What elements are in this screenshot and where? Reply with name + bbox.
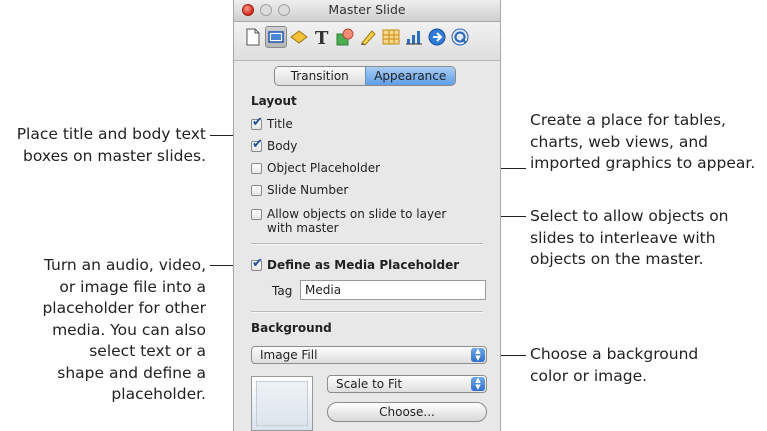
table-icon[interactable] bbox=[380, 26, 402, 48]
master-slide-inspector: Master Slide T Transition Appearance Lay… bbox=[233, 0, 501, 431]
body-checkbox-row[interactable]: Body bbox=[251, 137, 298, 153]
layout-heading: Layout bbox=[251, 94, 297, 108]
background-fill-popup[interactable]: Image Fill ▲ ▼ bbox=[251, 346, 487, 364]
hyperlink-icon[interactable] bbox=[426, 26, 448, 48]
scale-value: Scale to Fit bbox=[336, 377, 403, 391]
slide-number-checkbox-row[interactable]: Slide Number bbox=[251, 183, 348, 197]
document-icon[interactable] bbox=[242, 26, 264, 48]
callout-line: imported graphics to appear. bbox=[530, 154, 756, 172]
callout-line: boxes on master slides. bbox=[23, 146, 206, 165]
divider bbox=[251, 311, 483, 313]
body-checkbox-label: Body bbox=[267, 139, 298, 153]
transition-icon[interactable] bbox=[288, 26, 310, 48]
tag-label: Tag bbox=[272, 284, 293, 298]
object-placeholder-label: Object Placeholder bbox=[267, 161, 381, 175]
callout-line: shape and define a bbox=[57, 363, 206, 382]
callout-line: placeholder for other bbox=[42, 299, 206, 317]
callout-title-body: Place title and body text boxes on maste… bbox=[17, 124, 206, 167]
allow-layer-checkbox-row[interactable]: Allow objects on slide to layer with mas… bbox=[251, 207, 446, 235]
callout-line: placeholder. bbox=[111, 385, 206, 403]
slide-number-checkbox[interactable] bbox=[251, 185, 262, 196]
media-placeholder-label: Define as Media Placeholder bbox=[267, 258, 460, 272]
text-icon[interactable]: T bbox=[311, 26, 333, 48]
body-checkbox[interactable] bbox=[251, 137, 263, 152]
callout-line: media. You can also bbox=[52, 320, 206, 339]
allow-layer-label-line: with master bbox=[267, 221, 339, 235]
allow-layer-checkbox[interactable] bbox=[251, 209, 262, 220]
callout-line: Choose a background bbox=[530, 345, 699, 363]
title-checkbox-label: Title bbox=[267, 117, 293, 131]
object-placeholder-checkbox-row[interactable]: Object Placeholder bbox=[251, 161, 380, 175]
callout-line: or image file into a bbox=[59, 277, 206, 296]
callout-object-placeholder: Create a place for tables, charts, web v… bbox=[530, 110, 755, 175]
tab-appearance[interactable]: Appearance bbox=[364, 67, 455, 85]
title-checkbox[interactable] bbox=[251, 115, 263, 130]
slide-number-label: Slide Number bbox=[267, 183, 349, 197]
inspector-tabs: Transition Appearance bbox=[274, 66, 456, 86]
title-bar: Master Slide bbox=[234, 0, 500, 22]
background-heading: Background bbox=[251, 321, 332, 335]
callout-line: select text or a bbox=[89, 342, 206, 360]
scale-popup[interactable]: Scale to Fit ▲ ▼ bbox=[327, 375, 487, 393]
callout-line: objects on the master. bbox=[530, 250, 704, 268]
allow-layer-label-line: Allow objects on slide to layer bbox=[267, 207, 447, 221]
tag-input[interactable] bbox=[300, 280, 486, 300]
slide-icon[interactable] bbox=[265, 26, 287, 48]
callout-line: color or image. bbox=[530, 366, 648, 385]
callout-line: Select to allow objects on bbox=[530, 207, 729, 225]
callout-line: Place title and body text bbox=[16, 125, 206, 143]
leader-line bbox=[210, 135, 235, 136]
choose-button[interactable]: Choose... bbox=[327, 402, 487, 422]
tab-transition[interactable]: Transition bbox=[275, 67, 365, 85]
inspector-toolbar: T bbox=[234, 22, 500, 61]
image-well[interactable] bbox=[251, 376, 313, 431]
popup-arrows-icon: ▲ ▼ bbox=[471, 348, 485, 362]
media-placeholder-checkbox-row[interactable]: Define as Media Placeholder bbox=[251, 256, 460, 272]
quicktime-icon[interactable] bbox=[449, 26, 471, 48]
title-checkbox-row[interactable]: Title bbox=[251, 115, 293, 131]
callout-allow-objects: Select to allow objects on slides to int… bbox=[530, 206, 729, 271]
background-fill-value: Image Fill bbox=[260, 348, 318, 362]
callout-line: Turn an audio, video, bbox=[43, 256, 206, 274]
media-placeholder-checkbox[interactable] bbox=[251, 256, 263, 271]
callout-line: Create a place for tables, bbox=[530, 111, 726, 129]
shape-icon[interactable] bbox=[334, 26, 356, 48]
object-placeholder-checkbox[interactable] bbox=[251, 163, 262, 174]
callout-line: charts, web views, and bbox=[530, 132, 708, 151]
window-title: Master Slide bbox=[328, 2, 406, 17]
callout-line: slides to interleave with bbox=[530, 228, 716, 247]
popup-arrows-icon: ▲ ▼ bbox=[471, 377, 485, 391]
leader-line bbox=[497, 355, 526, 356]
callout-background: Choose a background color or image. bbox=[530, 344, 698, 387]
chart-icon[interactable] bbox=[403, 26, 425, 48]
divider bbox=[251, 243, 483, 245]
allow-layer-label: Allow objects on slide to layer with mas… bbox=[267, 207, 446, 235]
svg-text:T: T bbox=[315, 28, 329, 46]
graphic-icon[interactable] bbox=[357, 26, 379, 48]
image-well-preview bbox=[256, 381, 308, 426]
callout-media: Turn an audio, video, or image file into… bbox=[42, 255, 206, 406]
